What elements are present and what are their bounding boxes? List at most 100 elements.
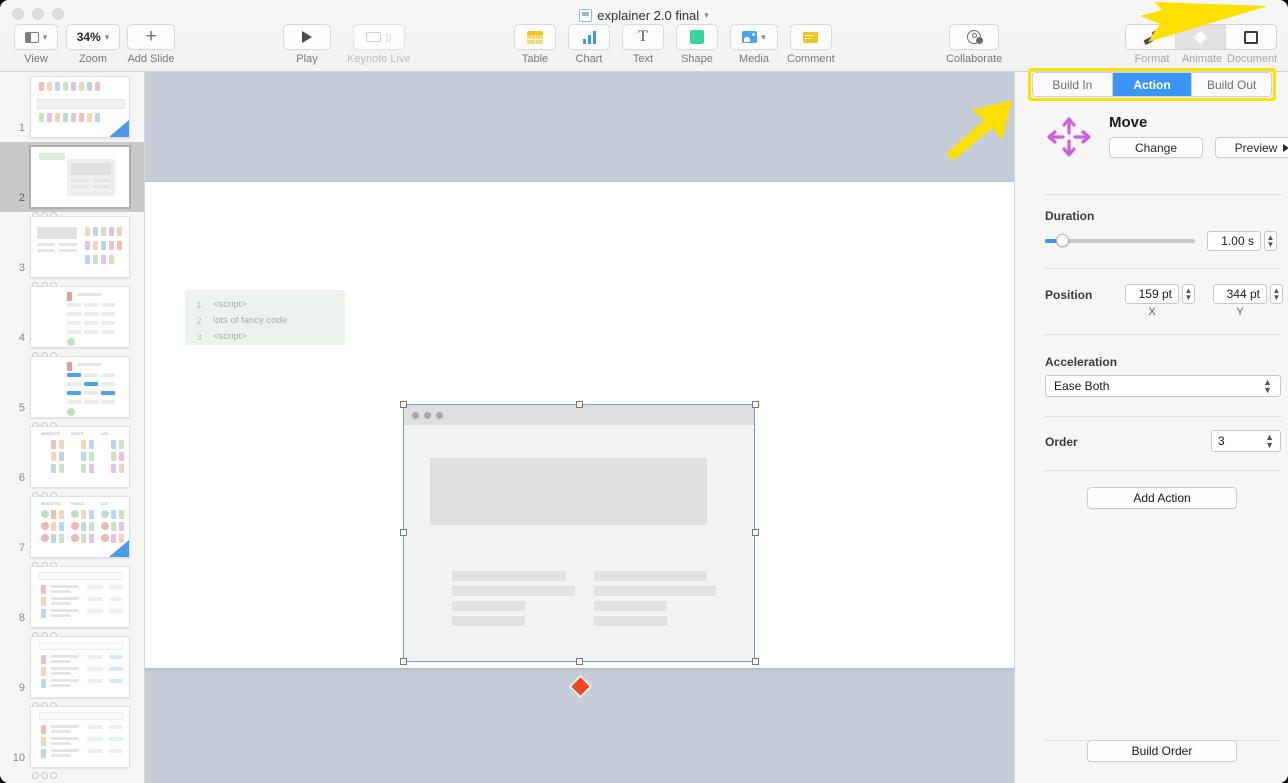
preview-animation-button[interactable]: Preview <box>1215 137 1288 158</box>
play-button[interactable] <box>283 24 331 50</box>
slide-thumbnail[interactable] <box>30 216 130 278</box>
shape-toolbar-item[interactable]: Shape <box>676 24 718 65</box>
thumb-figure-row <box>51 510 64 519</box>
position-y-stepper[interactable]: ▲ ▼ <box>1270 284 1283 304</box>
slide-thumbnail-item[interactable]: 2 <box>0 142 144 219</box>
change-animation-button[interactable]: Change <box>1109 137 1203 158</box>
thumb-row-line <box>51 609 79 612</box>
selection-handle-middle-left[interactable] <box>400 529 407 536</box>
duration-slider-knob[interactable] <box>1056 234 1069 247</box>
tab-build-in[interactable]: Build In <box>1033 73 1113 96</box>
slide-thumbnail[interactable]: WEBSITES PAGES ADS <box>30 426 130 488</box>
document-title-bar[interactable]: explainer 2.0 final ▾ <box>0 8 1288 23</box>
comment-toolbar-item[interactable]: Comment <box>787 24 835 65</box>
thumb-person-figure <box>71 82 76 91</box>
add-slide-toolbar-item[interactable]: + Add Slide <box>127 24 175 65</box>
slide-thumbnail-item[interactable]: 6 WEBSITES PAGES ADS <box>0 422 144 499</box>
zoom-button[interactable]: 34% ▾ <box>66 24 120 50</box>
slide-thumbnail-item[interactable]: 3 <box>0 212 144 289</box>
document-tab-button[interactable] <box>1226 25 1276 49</box>
toolbar: explainer 2.0 final ▾ ▾ View 34% ▾ Zoom <box>0 0 1288 72</box>
motion-path-endpoint-marker[interactable] <box>571 677 590 696</box>
slide-thumbnail-item[interactable]: 9 <box>0 632 144 709</box>
position-y-field[interactable]: 344 pt <box>1213 284 1267 304</box>
stepper-down-icon[interactable]: ▼ <box>1267 241 1275 249</box>
selection-handle-bottom-right[interactable] <box>752 658 759 665</box>
selection-handle-top-center[interactable] <box>576 401 583 408</box>
duration-value-field[interactable]: 1.00 s <box>1207 231 1261 251</box>
animate-tab-button[interactable] <box>1176 25 1226 49</box>
keynote-live-toolbar-item[interactable]: )) Keynote Live <box>347 24 411 65</box>
keynote-live-button[interactable]: )) <box>352 24 405 50</box>
slide-thumbnail-item[interactable]: 1 <box>0 72 144 149</box>
slide-thumbnail[interactable] <box>30 636 130 698</box>
media-toolbar-item[interactable]: ▾ Media <box>730 24 778 65</box>
slide-thumbnail-item[interactable]: 8 <box>0 562 144 639</box>
thumb-row-value <box>109 725 123 729</box>
slide-thumbnail-item[interactable]: 7 WEBSITES PAGES ADS <box>0 492 144 569</box>
chart-toolbar-item[interactable]: Chart <box>568 24 610 65</box>
slide-navigator[interactable]: 1 2 3 4 5 6 WEBSITES PAGES ADS 7 WEBSITES PAGES ADS 8… <box>0 72 145 783</box>
media-button[interactable]: ▾ <box>730 24 778 50</box>
selection-handle-bottom-left[interactable] <box>400 658 407 665</box>
selection-handle-top-left[interactable] <box>400 401 407 408</box>
shape-button[interactable] <box>676 24 718 50</box>
table-button[interactable] <box>514 24 556 50</box>
thumb-figure-row <box>85 241 122 250</box>
slide-thumbnail[interactable] <box>30 286 130 348</box>
acceleration-select[interactable]: Ease Both ▲ ▼ <box>1045 375 1281 397</box>
bar-chart-icon <box>582 30 596 44</box>
order-stepper-field[interactable]: 3 ▲ ▼ <box>1211 430 1281 452</box>
duration-stepper[interactable]: ▲ ▼ <box>1264 231 1277 251</box>
thumb-person-figure <box>119 440 124 449</box>
zoom-toolbar-item[interactable]: 34% ▾ Zoom <box>66 24 120 65</box>
add-slide-button[interactable]: + <box>127 24 175 50</box>
position-x-field[interactable]: 159 pt <box>1125 284 1179 304</box>
selection-handle-top-right[interactable] <box>752 401 759 408</box>
slide-thumbnail[interactable] <box>30 356 130 418</box>
slide-thumbnail[interactable] <box>30 566 130 628</box>
collaborate-button[interactable] <box>949 24 1000 50</box>
chevron-updown-icon[interactable]: ▲ ▼ <box>1265 433 1274 450</box>
animation-tab-bar[interactable]: Build In Action Build Out <box>1032 72 1272 97</box>
display-audio-icon <box>366 32 382 42</box>
slide-thumbnail-item[interactable]: 4 <box>0 282 144 359</box>
slide-thumbnail[interactable] <box>30 76 130 138</box>
selection-handle-bottom-center[interactable] <box>576 658 583 665</box>
table-toolbar-item[interactable]: Table <box>514 24 556 65</box>
selection-handle-middle-right[interactable] <box>752 529 759 536</box>
thumb-row-line <box>67 382 81 386</box>
comment-button[interactable] <box>789 24 832 50</box>
slide-thumbnail[interactable] <box>30 706 130 768</box>
format-label: Format <box>1134 53 1170 65</box>
text-button[interactable]: T <box>622 24 664 50</box>
slide-thumbnail[interactable]: WEBSITES PAGES ADS <box>30 496 130 558</box>
position-x-stepper[interactable]: ▲ ▼ <box>1182 284 1195 304</box>
code-snippet-shape[interactable]: 1 2 3 <script> lots of fancy code <scrip… <box>185 290 345 345</box>
text-toolbar-item[interactable]: T Text <box>622 24 664 65</box>
view-toolbar-item[interactable]: ▾ View <box>14 24 58 65</box>
tab-action[interactable]: Action <box>1112 73 1193 96</box>
chart-button[interactable] <box>568 24 610 50</box>
slide-thumbnail-item[interactable]: 5 <box>0 352 144 429</box>
slide-surface[interactable]: 1 2 3 <script> lots of fancy code <scrip… <box>145 182 1014 696</box>
format-tab-button[interactable] <box>1126 25 1176 49</box>
thumb-status-dot <box>101 534 109 542</box>
view-button[interactable]: ▾ <box>14 24 58 50</box>
thumb-person-figure <box>59 464 64 473</box>
slide-thumbnail[interactable] <box>29 145 131 209</box>
add-action-button[interactable]: Add Action <box>1087 487 1237 509</box>
thumb-figure-row <box>51 464 64 473</box>
slide-list[interactable]: 1 2 3 4 5 6 WEBSITES PAGES ADS 7 WEBSITES PAGES ADS 8… <box>0 72 144 779</box>
play-toolbar-item[interactable]: Play <box>283 24 331 65</box>
slide-thumbnail-item[interactable]: 10 <box>0 702 144 779</box>
chevron-down-icon[interactable]: ▾ <box>704 10 709 21</box>
inspector-segmented-control[interactable] <box>1125 24 1277 50</box>
slide-canvas[interactable]: 1 2 3 <script> lots of fancy code <scrip… <box>145 72 1014 783</box>
build-order-button[interactable]: Build Order <box>1087 740 1237 762</box>
stepper-down-icon[interactable]: ▼ <box>1185 294 1193 302</box>
browser-window-mockup[interactable] <box>404 405 754 661</box>
collaborate-toolbar-item[interactable]: Collaborate <box>946 24 1002 65</box>
tab-build-out[interactable]: Build Out <box>1192 73 1271 96</box>
stepper-down-icon[interactable]: ▼ <box>1273 294 1281 302</box>
